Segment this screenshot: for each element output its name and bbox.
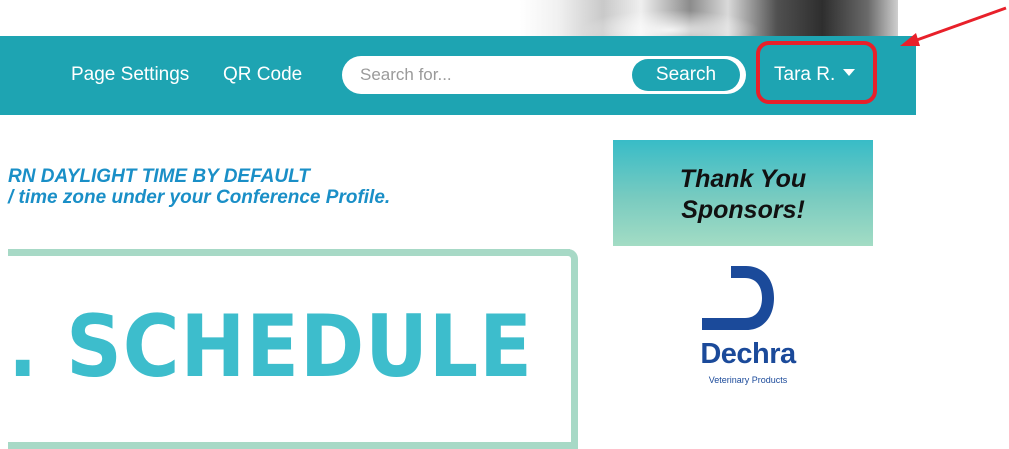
schedule-heading: . SCHEDULE: [8, 297, 533, 397]
dechra-sponsor-logo[interactable]: Dechra Veterinary Products: [673, 262, 823, 398]
timezone-notice: RN DAYLIGHT TIME BY DEFAULT / time zone …: [8, 166, 390, 208]
sponsors-banner-text: Thank You Sponsors!: [613, 164, 873, 226]
dechra-logo-tagline: Veterinary Products: [708, 375, 788, 385]
dechra-logo-name: Dechra: [700, 338, 796, 370]
annotation-arrow-icon: [900, 6, 1007, 46]
sponsors-banner: Thank You Sponsors!: [613, 140, 873, 246]
timezone-notice-line-1: RN DAYLIGHT TIME BY DEFAULT: [8, 166, 310, 187]
timezone-notice-line-2: / time zone under your Conference Profil…: [8, 187, 391, 208]
sponsors-banner-line-2: Sponsors!: [681, 196, 805, 224]
dechra-logo-mark-icon: [702, 266, 774, 330]
sponsors-banner-line-1: Thank You: [679, 165, 807, 193]
